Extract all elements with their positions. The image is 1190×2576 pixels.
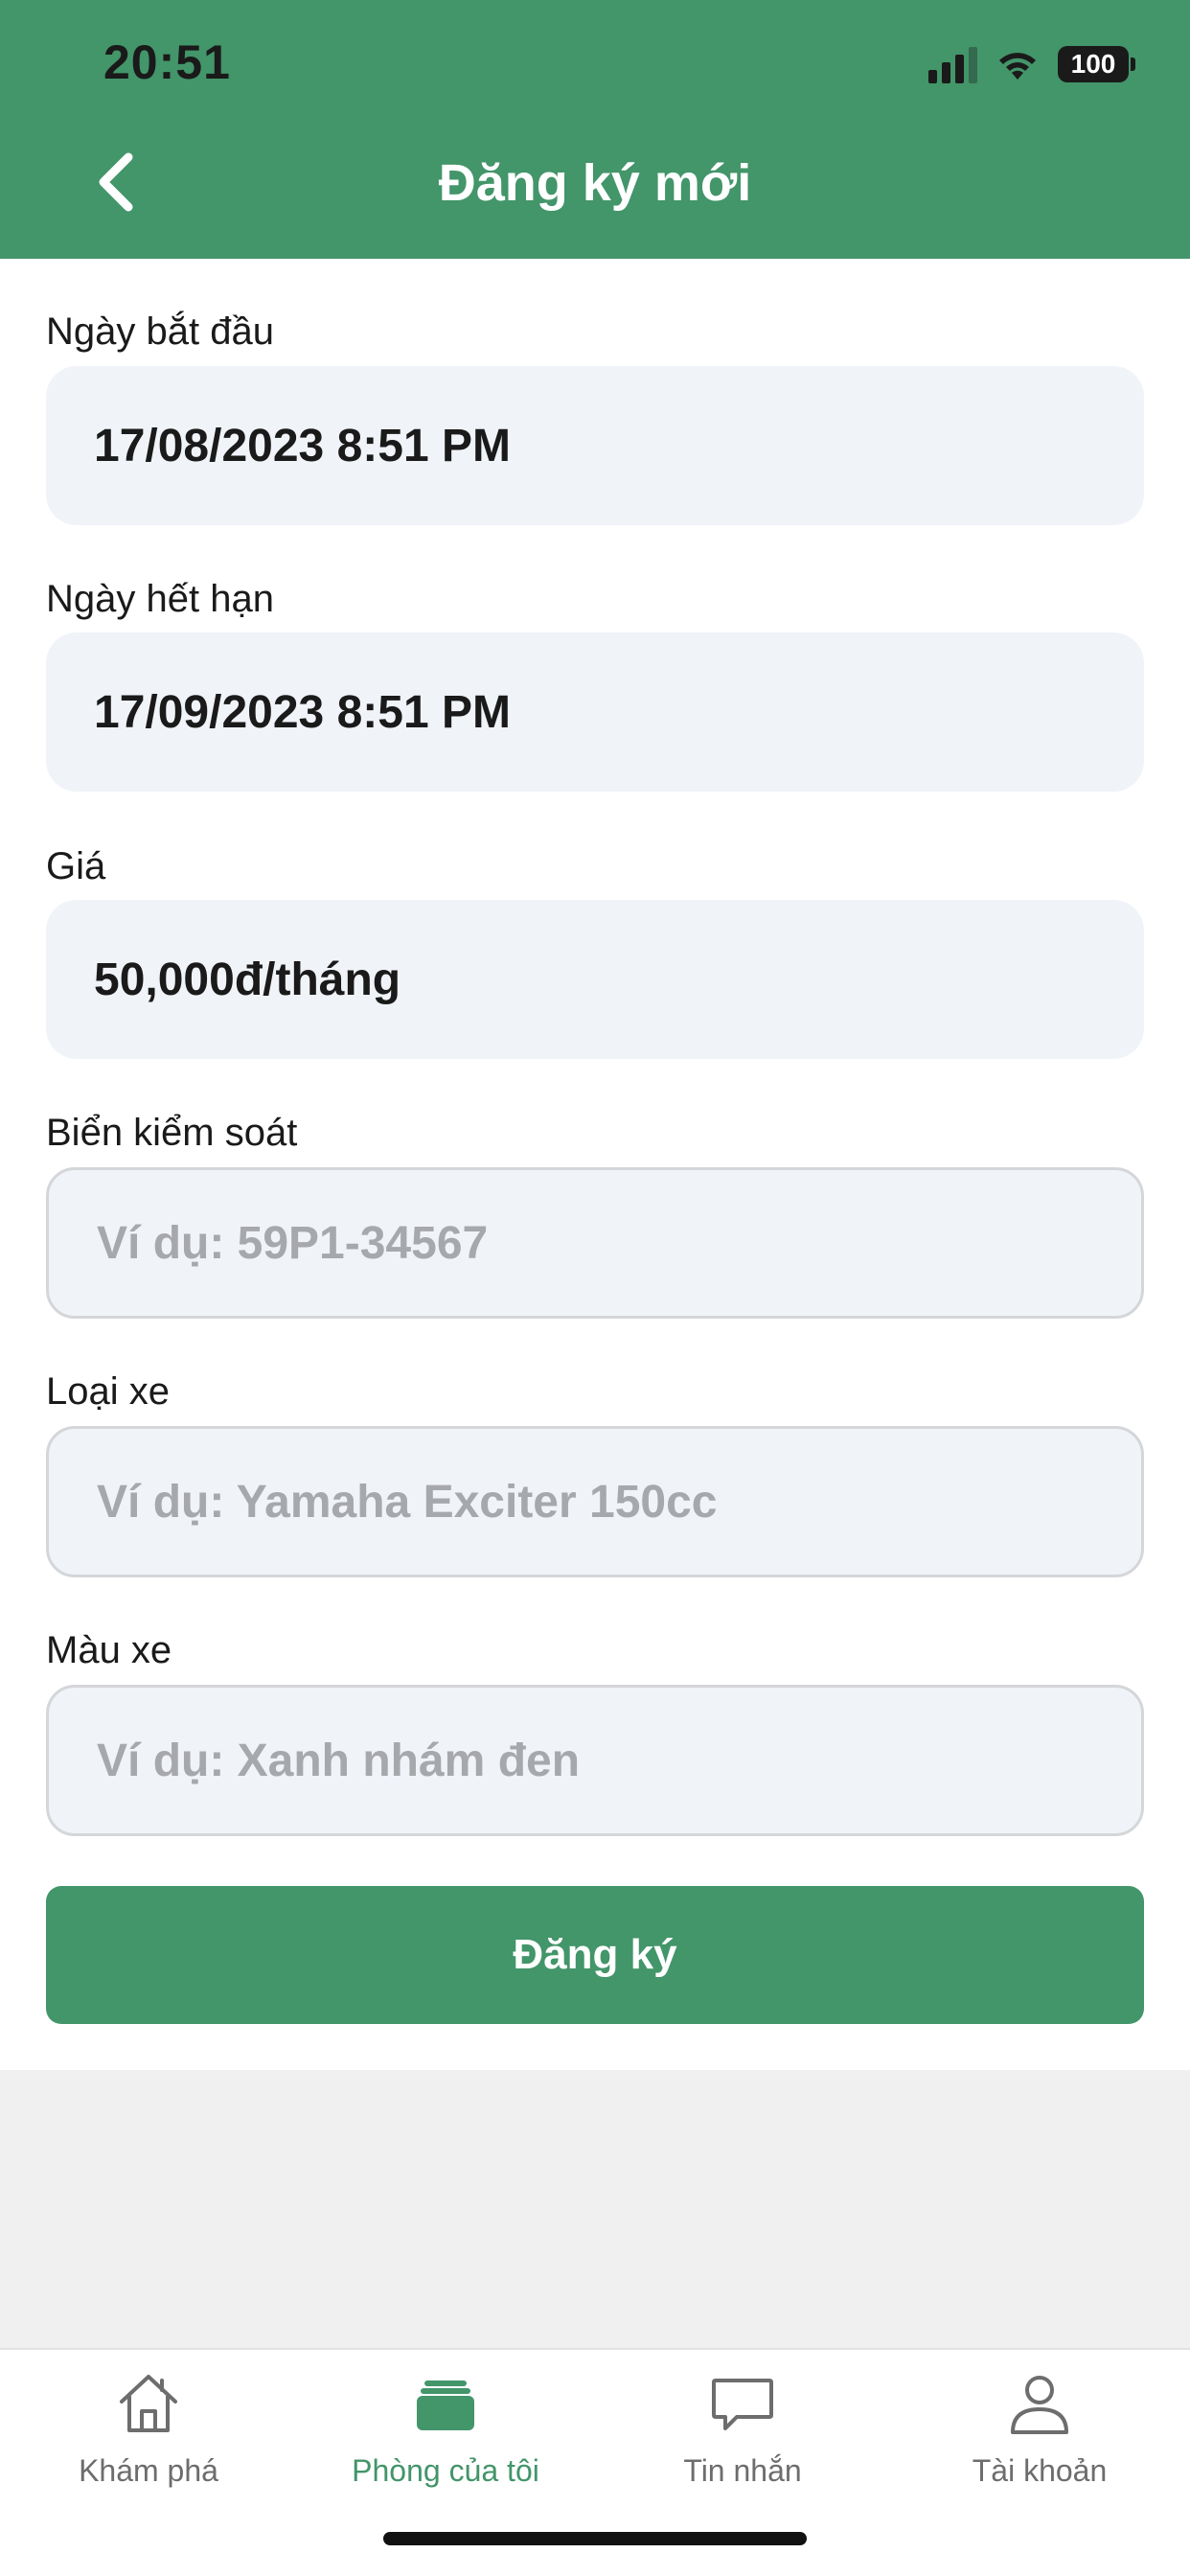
start-date-label: Ngày bắt đầu: [46, 310, 274, 353]
plate-label: Biển kiểm soát: [46, 1112, 298, 1154]
tab-explore-label: Khám phá: [79, 2453, 218, 2488]
chat-bubble-icon: [712, 2379, 773, 2430]
price-label: Giá: [46, 845, 106, 887]
stack-icon: [417, 2380, 474, 2430]
tab-account[interactable]: Tài khoản: [891, 2365, 1188, 2509]
battery-icon: 100: [1058, 46, 1135, 82]
vehicle-type-field-box: [46, 1426, 1144, 1577]
user-icon: [1011, 2376, 1068, 2434]
plate-field-box: [46, 1167, 1144, 1319]
app-header: 20:51 100 Đăng ký mới: [0, 0, 1190, 259]
plate-input[interactable]: [97, 1216, 1141, 1270]
vehicle-color-field-box: [46, 1685, 1144, 1836]
vehicle-type-input[interactable]: [97, 1475, 1141, 1529]
status-time: 20:51: [103, 35, 231, 89]
tab-messages[interactable]: Tin nhắn: [594, 2365, 891, 2509]
tab-account-label: Tài khoản: [972, 2453, 1108, 2488]
page-title: Đăng ký mới: [438, 154, 752, 212]
status-icons: 100: [928, 42, 1135, 86]
tab-explore[interactable]: Khám phá: [0, 2365, 297, 2509]
tab-my-room-label: Phòng của tôi: [352, 2453, 539, 2488]
start-date-field[interactable]: 17/08/2023 8:51 PM: [46, 366, 1144, 525]
wifi-icon: [999, 53, 1036, 80]
vehicle-type-label: Loại xe: [46, 1370, 170, 1413]
end-date-field[interactable]: 17/09/2023 8:51 PM: [46, 632, 1144, 792]
price-field: 50,000đ/tháng: [46, 900, 1144, 1059]
cellular-signal-icon: [928, 45, 977, 83]
page: 20:51 100 Đăng ký mới Ngày bắt đầu 17/08…: [0, 0, 1190, 2576]
register-button[interactable]: Đăng ký: [46, 1886, 1144, 2024]
vehicle-color-input[interactable]: [97, 1734, 1141, 1787]
home-indicator: [383, 2532, 807, 2545]
vehicle-color-label: Màu xe: [46, 1629, 172, 1671]
tab-messages-label: Tin nhắn: [683, 2453, 802, 2488]
end-date-label: Ngày hết hạn: [46, 578, 274, 620]
home-icon: [120, 2375, 177, 2432]
tab-my-room[interactable]: Phòng của tôi: [297, 2365, 594, 2509]
registration-form: Ngày bắt đầu 17/08/2023 8:51 PM Ngày hết…: [0, 259, 1190, 2070]
